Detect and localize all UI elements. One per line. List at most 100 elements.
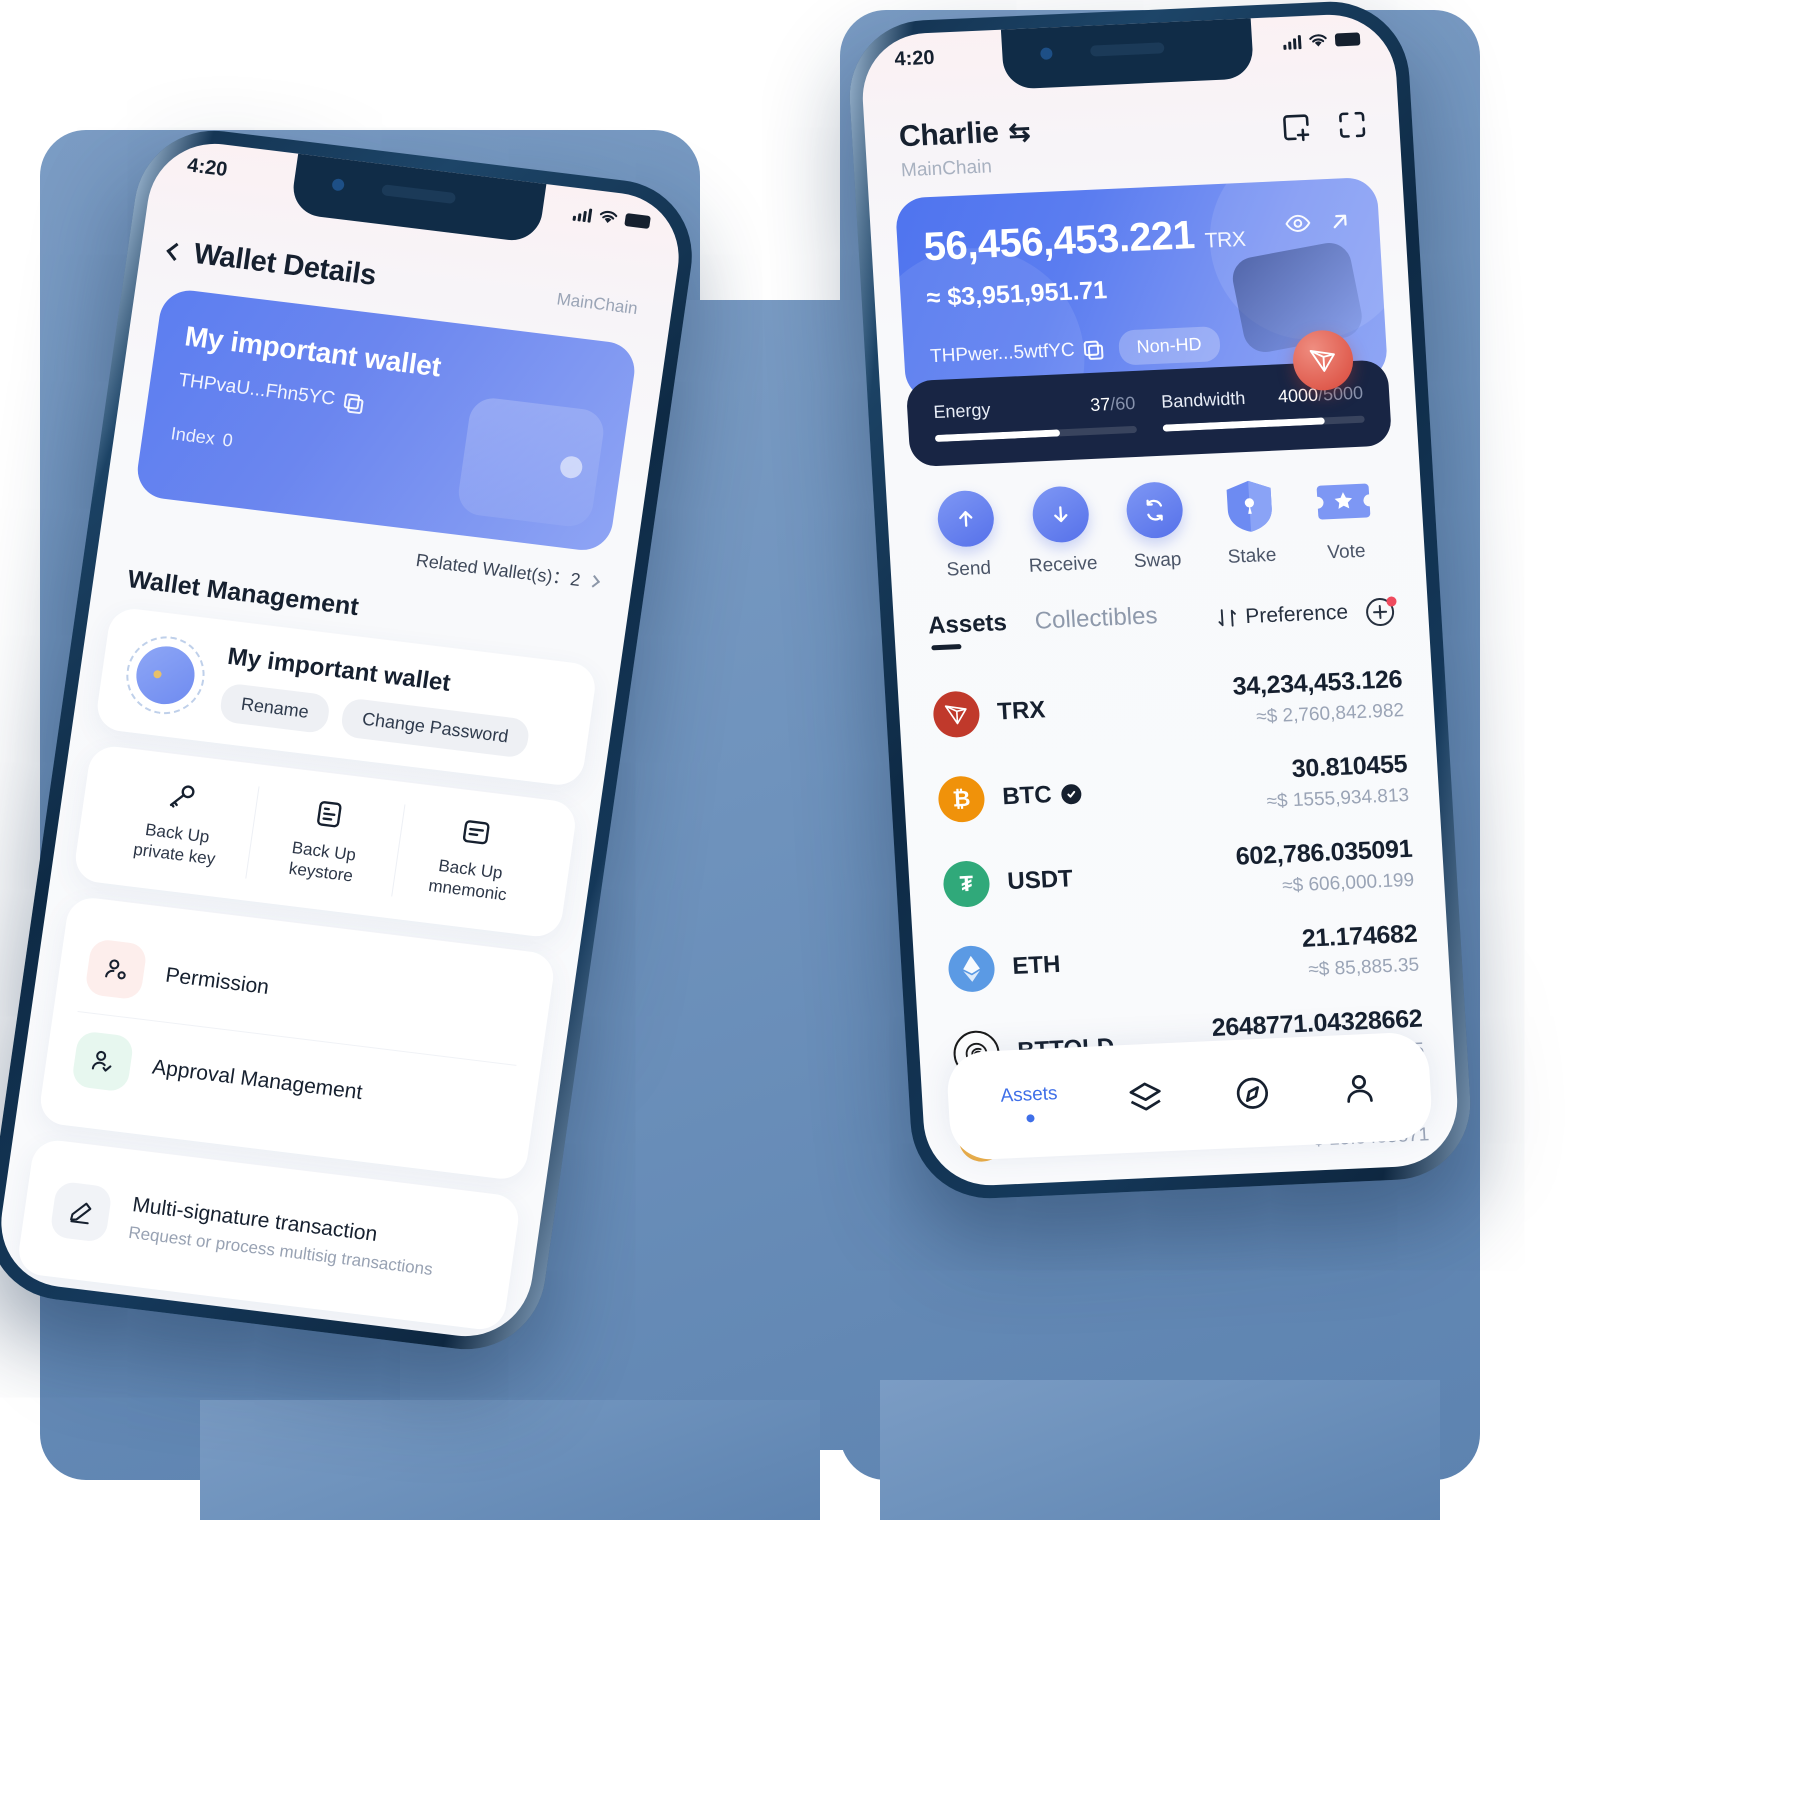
wallet-address: THPvaU...Fhn5YC xyxy=(177,369,337,410)
wallet-card-illustration xyxy=(455,395,607,529)
menu-item-approval-text: Approval Management xyxy=(151,1055,364,1105)
usdt-coin-icon: ₮ xyxy=(942,859,991,908)
asset-left-eth: ETH xyxy=(947,941,1062,993)
balance-fiat: ≈ $3,951,951.71 xyxy=(925,276,1108,313)
asset-fiat-btc: ≈$ 1555,934.813 xyxy=(1266,784,1410,813)
backdrop-shape-bottom-right xyxy=(880,1380,1440,1520)
account-name-row: Charlie ⇆ xyxy=(898,114,1031,154)
profile-icon xyxy=(1346,1075,1373,1103)
account-name: Charlie xyxy=(898,115,1000,154)
send-up-arrow-icon xyxy=(936,489,996,548)
asset-left-usdt: ₮ USDT xyxy=(942,856,1074,908)
resource-energy-value: 37/60 xyxy=(1089,392,1136,415)
quick-action-receive[interactable]: Receive xyxy=(1015,484,1108,578)
arrow-right-icon xyxy=(587,574,601,588)
backup-options-row: Back Up private key Back Up keystore Bac… xyxy=(99,768,552,914)
resource-bandwidth-label: Bandwidth xyxy=(1160,387,1246,412)
wallet-profile-info: My important wallet Rename Change Passwo… xyxy=(218,643,571,763)
scan-qr-icon[interactable] xyxy=(1334,107,1370,142)
balance-amount-row: 56,456,453.221 TRX xyxy=(922,211,1246,271)
preference-button[interactable]: Preference xyxy=(1217,601,1349,631)
wallet-address: THPwer...5wtfYC xyxy=(929,339,1076,367)
hd-badge: Non-HD xyxy=(1117,326,1221,366)
cellular-bars-icon xyxy=(572,206,593,223)
bottom-navigation: Assets xyxy=(945,1031,1434,1161)
asset-amount-eth: 21.174682 xyxy=(1301,919,1419,953)
copy-icon[interactable] xyxy=(343,393,362,412)
menu-item-multisig-text: Multi-signature transaction Request or p… xyxy=(127,1193,438,1280)
quick-action-send-label: Send xyxy=(946,557,992,581)
menu-item-permission-text: Permission xyxy=(164,963,270,999)
quick-action-stake[interactable]: Stake xyxy=(1203,476,1296,570)
cellular-bars-icon xyxy=(1283,34,1302,50)
backdrop-shape-bottom-left xyxy=(200,1400,820,1520)
swap-accounts-icon[interactable]: ⇆ xyxy=(1008,116,1031,147)
asset-symbol-btc: BTC xyxy=(1002,779,1083,811)
quick-actions: Send Receive Swap Stake Vote xyxy=(885,444,1425,584)
resource-bandwidth-bar xyxy=(1162,415,1365,432)
status-time: 4:20 xyxy=(893,46,936,71)
header-actions xyxy=(1278,107,1370,145)
page-title: Wallet Details xyxy=(191,237,379,292)
wallet-avatar-icon xyxy=(121,631,210,719)
receive-down-arrow-icon xyxy=(1030,485,1090,544)
menu-item-approval-title: Approval Management xyxy=(150,1055,364,1104)
asset-right-trx: 34,234,453.126 ≈$ 2,760,842.982 xyxy=(1232,665,1405,730)
backup-mnemonic-button[interactable]: Back Up mnemonic xyxy=(391,804,552,914)
quick-action-send[interactable]: Send xyxy=(920,489,1013,583)
resource-bandwidth: Bandwidth 4000/5000 xyxy=(1161,383,1365,432)
add-wallet-icon[interactable] xyxy=(1278,110,1314,145)
key-icon xyxy=(170,785,195,808)
permission-user-icon xyxy=(84,937,148,1000)
btc-coin-icon: ₿ xyxy=(937,774,986,823)
assets-toolbar: Preference xyxy=(1216,593,1399,635)
tab-assets[interactable]: Assets xyxy=(927,609,1008,651)
nav-item-assets-label: Assets xyxy=(999,1083,1059,1107)
swap-circular-arrows-icon xyxy=(1125,480,1185,540)
asset-right-btc: 30.810455 ≈$ 1555,934.813 xyxy=(1264,750,1410,813)
asset-symbol-eth: ETH xyxy=(1011,950,1062,980)
asset-left-trx: TRX xyxy=(932,687,1047,738)
approval-user-check-icon xyxy=(71,1029,135,1093)
resource-energy-label: Energy xyxy=(932,399,992,423)
nav-item-profile[interactable] xyxy=(1339,1069,1379,1109)
chain-label: MainChain xyxy=(555,288,639,318)
right-phone-screen: 4:20 Charlie ⇆ MainChain 56,456,453.221 … xyxy=(859,11,1461,1189)
chevron-left-icon[interactable] xyxy=(166,242,185,262)
sort-updown-icon xyxy=(1218,609,1237,627)
copy-icon[interactable] xyxy=(1083,340,1101,358)
quick-action-swap[interactable]: Swap xyxy=(1109,480,1202,574)
wallet-address-row[interactable]: THPwer...5wtfYC xyxy=(930,338,1102,368)
quick-action-vote[interactable]: Vote xyxy=(1298,472,1391,566)
tab-collectibles[interactable]: Collectibles xyxy=(1034,602,1159,646)
eye-icon[interactable] xyxy=(1284,212,1311,235)
layers-icon xyxy=(1129,1082,1161,1111)
vote-ticket-icon xyxy=(1314,472,1373,530)
wifi-icon xyxy=(1309,34,1327,47)
resource-energy-head: Energy 37/60 xyxy=(933,393,1136,423)
screenshot-root: 4:20 Wallet Details MainChain My importa… xyxy=(0,0,1800,1800)
mnemonic-document-icon xyxy=(462,820,490,845)
preference-label: Preference xyxy=(1244,600,1349,629)
backup-private-key-button[interactable]: Back Up private key xyxy=(99,768,258,877)
menu-item-multisig[interactable]: Multi-signature transaction Request or p… xyxy=(43,1162,495,1307)
backup-keystore-button[interactable]: Back Up keystore xyxy=(245,786,405,896)
arrow-up-right-icon[interactable] xyxy=(1326,210,1353,233)
wallet-index-value: 0 xyxy=(221,429,235,451)
add-token-icon[interactable] xyxy=(1363,593,1399,628)
home-header: Charlie ⇆ MainChain xyxy=(863,84,1401,184)
nav-item-assets[interactable]: Assets xyxy=(1000,1083,1059,1124)
balance-values: 56,456,453.221 TRX ≈ $3,951,951.71 xyxy=(922,211,1248,313)
nav-item-collectibles[interactable] xyxy=(1126,1078,1166,1118)
battery-icon xyxy=(1334,32,1361,47)
balance-card-icons xyxy=(1284,210,1353,235)
backup-mnemonic-label: Back Up mnemonic xyxy=(427,856,508,905)
wifi-icon xyxy=(599,210,618,224)
account-selector[interactable]: Charlie ⇆ MainChain xyxy=(898,114,1033,182)
chain-label: MainChain xyxy=(900,156,993,182)
rename-button[interactable]: Rename xyxy=(218,682,332,735)
nav-item-explore[interactable] xyxy=(1232,1073,1272,1113)
balance-unit: TRX xyxy=(1204,227,1246,253)
change-password-button[interactable]: Change Password xyxy=(339,697,531,759)
status-time: 4:20 xyxy=(185,154,229,182)
